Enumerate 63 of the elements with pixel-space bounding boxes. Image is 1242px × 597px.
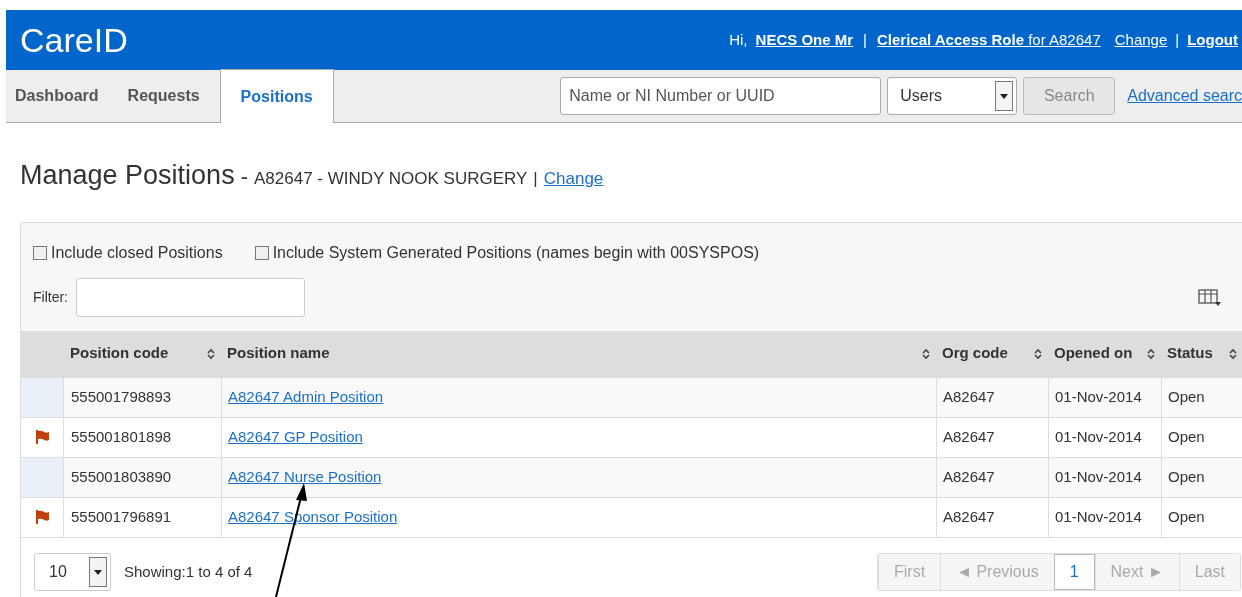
dropdown-icon <box>89 557 107 587</box>
logo: CareID <box>20 23 128 57</box>
table-cell-text: 01-Nov-2014 <box>1055 466 1142 487</box>
table-cell-text: Open <box>1168 386 1205 407</box>
nav-tab[interactable]: Requests <box>118 69 209 122</box>
advanced-search-link[interactable]: Advanced searc <box>1127 84 1242 108</box>
columns-icon[interactable] <box>1198 287 1222 307</box>
checkbox-label: Include System Generated Positions (names begin with 00SYSPOS) <box>272 242 760 263</box>
table-cell-text: A82647 <box>943 386 995 407</box>
sort-icon[interactable] <box>207 347 215 360</box>
column-header[interactable]: Status <box>1167 342 1213 365</box>
table-cell-text: A82647 <box>943 506 995 527</box>
table-cell-text: 01-Nov-2014 <box>1055 386 1142 407</box>
search-field[interactable]: Name or NI Number or UUID <box>560 77 882 115</box>
position-link[interactable]: A82647 Admin Position <box>228 385 384 409</box>
filter-field[interactable] <box>76 277 305 317</box>
nav-tab[interactable]: Positions <box>219 69 334 123</box>
flag-icon <box>34 429 50 445</box>
page-size-select[interactable]: 10 <box>34 553 111 591</box>
nav-tab[interactable]: Dashboard <box>6 69 108 122</box>
flag-icon <box>34 509 50 525</box>
page-title: Manage Positions <box>20 159 235 192</box>
column-header[interactable]: Opened on <box>1054 342 1133 365</box>
table-cell-text: 555001798893 <box>71 386 172 407</box>
checkbox[interactable] <box>254 245 269 260</box>
column-header[interactable]: Position name <box>227 342 330 365</box>
table-cell-text: Open <box>1168 466 1205 487</box>
table-cell-text: 555001796891 <box>71 506 172 527</box>
table-cell-text: Open <box>1168 426 1205 447</box>
position-link[interactable]: A82647 GP Position <box>228 425 363 449</box>
table-cell-text: 555001801898 <box>71 426 172 447</box>
change-link[interactable]: Change <box>543 166 604 192</box>
organisation-name: A82647 - WINDY NOOK SURGERY <box>253 168 528 190</box>
table-cell-text: 555001803890 <box>71 466 172 487</box>
column-header[interactable]: Position code <box>70 342 169 365</box>
dropdown-icon <box>995 81 1014 111</box>
logout-link[interactable]: Logout <box>1187 28 1238 52</box>
position-link[interactable]: A82647 Nurse Position <box>228 465 382 489</box>
pager-button[interactable]: 1 <box>1053 554 1095 590</box>
change-link[interactable]: Change <box>1114 28 1168 52</box>
column-header[interactable]: Org code <box>942 342 1008 365</box>
filter-label: Filter: <box>33 287 68 307</box>
table-cell-text: A82647 <box>943 466 995 487</box>
checkbox[interactable] <box>33 245 47 260</box>
sort-icon[interactable] <box>1229 347 1237 360</box>
separator: | <box>1175 29 1180 50</box>
sort-icon[interactable] <box>1034 347 1042 360</box>
table-cell-text: Open <box>1168 506 1205 527</box>
type-select[interactable]: Users <box>887 77 1018 115</box>
showing-count: Showing:1 to 4 of 4 <box>124 561 253 582</box>
separator: | <box>863 29 867 50</box>
checkbox-label: Include closed Positions <box>51 242 223 263</box>
table-cell-text: 01-Nov-2014 <box>1055 506 1142 527</box>
user-link[interactable]: NECS One Mr <box>755 28 854 52</box>
greeting: Hi, <box>729 29 748 50</box>
title-dash: - <box>240 163 248 191</box>
role-link[interactable]: Clerical Access Role for A82647 <box>876 28 1101 52</box>
table-cell-text: A82647 <box>943 426 995 447</box>
sort-icon[interactable] <box>1147 347 1155 360</box>
sort-icon[interactable] <box>922 347 930 360</box>
table-cell-text: 01-Nov-2014 <box>1055 426 1142 447</box>
search-button[interactable]: Search <box>1023 77 1116 115</box>
separator: | <box>533 168 538 190</box>
